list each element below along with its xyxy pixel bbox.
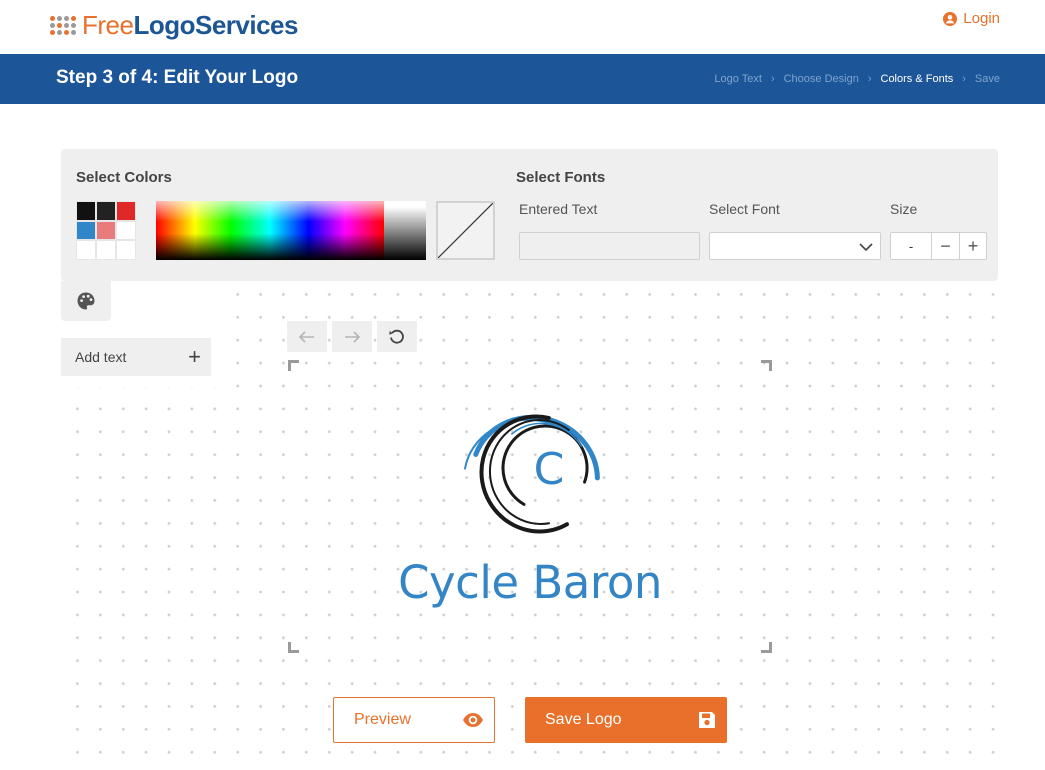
reset-button[interactable]: [377, 321, 417, 352]
chevron-right-icon: ›: [770, 73, 775, 85]
size-decrease-button[interactable]: −: [932, 233, 959, 259]
size-increase-button[interactable]: +: [959, 233, 986, 259]
eye-icon: [463, 713, 483, 727]
cycle-emblem-icon[interactable]: C: [450, 398, 610, 550]
brand-name-free: Free: [82, 9, 134, 40]
no-color-swatch[interactable]: [436, 201, 495, 260]
page-title: Step 3 of 4: Edit Your Logo: [56, 67, 299, 88]
login-label: Login: [963, 10, 1000, 27]
brand-logo[interactable]: FreeLogoServices: [50, 10, 298, 40]
user-icon: [943, 11, 958, 26]
swatch-pink[interactable]: [96, 220, 116, 241]
grayscale-picker[interactable]: [384, 201, 426, 260]
color-spectrum-picker[interactable]: [156, 201, 384, 260]
chevron-right-icon: ›: [962, 73, 966, 85]
save-logo-label: Save Logo: [545, 711, 622, 728]
add-text-button[interactable]: Add text +: [61, 338, 211, 376]
no-color-icon: [438, 203, 493, 258]
swatch-empty[interactable]: [76, 240, 96, 260]
palette-tab[interactable]: [61, 281, 111, 321]
breadcrumb-save[interactable]: Save: [975, 73, 1000, 85]
size-value[interactable]: -: [891, 233, 932, 259]
breadcrumb-logo-text[interactable]: Logo Text: [714, 73, 762, 85]
font-select[interactable]: [709, 232, 881, 260]
swatch-dark-gray[interactable]: [96, 201, 116, 221]
swatch-red[interactable]: [116, 201, 136, 221]
select-font-label: Select Font: [709, 201, 780, 217]
save-logo-button[interactable]: Save Logo: [525, 697, 727, 743]
swatch-empty[interactable]: [96, 240, 116, 260]
arrow-right-icon: [345, 330, 361, 343]
add-text-label: Add text: [75, 349, 127, 365]
swatch-blue[interactable]: [76, 220, 96, 241]
swatch-empty[interactable]: [116, 220, 136, 241]
entered-text-label: Entered Text: [519, 201, 598, 217]
size-label: Size: [890, 201, 918, 217]
palette-icon: [77, 292, 95, 310]
preview-label: Preview: [354, 711, 411, 728]
logo-initial: C: [534, 444, 565, 495]
swatch-black[interactable]: [76, 201, 96, 221]
color-swatches: [76, 201, 136, 260]
logo-dots-icon: [50, 15, 76, 35]
top-header: FreeLogoServices Login: [0, 0, 1045, 54]
swatch-empty[interactable]: [116, 240, 136, 260]
undo-button[interactable]: [287, 321, 327, 352]
breadcrumb: Logo Text › Choose Design › Colors & Fon…: [714, 73, 1000, 85]
select-fonts-title: Select Fonts: [516, 169, 606, 186]
redo-button[interactable]: [332, 321, 372, 352]
logo-name-text[interactable]: Cycle Baron: [380, 556, 680, 609]
brand-name-main: LogoServices: [133, 9, 298, 40]
select-colors-title: Select Colors: [76, 169, 172, 186]
chevron-right-icon: ›: [867, 73, 872, 85]
step-bar: Step 3 of 4: Edit Your Logo Logo Text › …: [0, 54, 1045, 104]
breadcrumb-choose-design[interactable]: Choose Design: [784, 73, 859, 85]
entered-text-input[interactable]: [519, 232, 700, 260]
preview-button[interactable]: Preview: [333, 697, 495, 743]
size-stepper: - − +: [890, 232, 987, 260]
floppy-disk-icon: [699, 712, 715, 728]
login-link[interactable]: Login: [943, 10, 1000, 27]
reset-icon: [389, 329, 404, 344]
chevron-down-icon: [859, 243, 873, 252]
plus-icon: +: [188, 344, 201, 369]
brand-name: FreeLogoServices: [82, 10, 298, 41]
breadcrumb-colors-fonts[interactable]: Colors & Fonts: [881, 73, 954, 85]
arrow-left-icon: [298, 330, 314, 343]
